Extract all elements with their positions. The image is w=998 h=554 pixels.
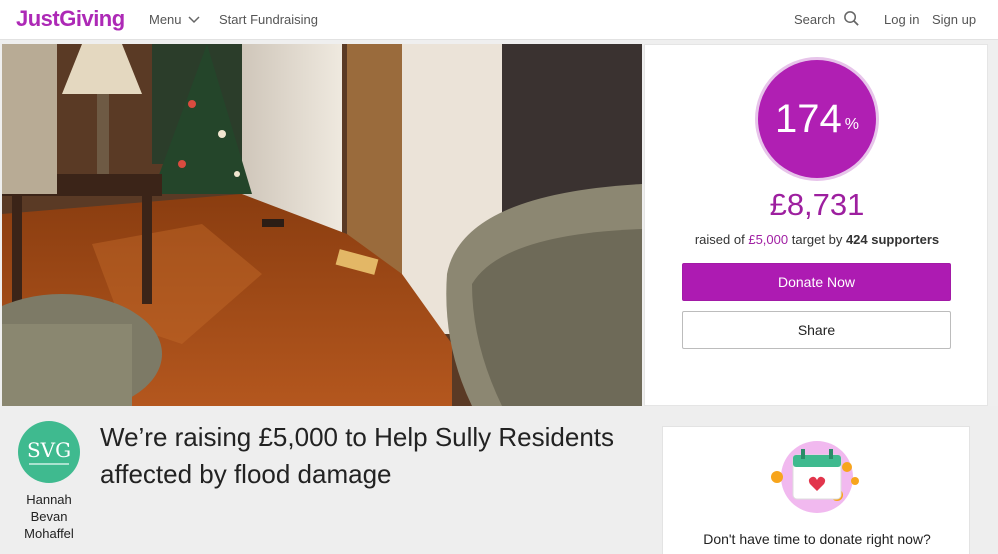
owner-name[interactable]: Hannah Bevan Mohaffel [12, 491, 86, 542]
search-label: Search [794, 12, 836, 27]
percent-sign: % [844, 116, 859, 133]
start-fundraising-link[interactable]: Start Fundraising [219, 12, 318, 27]
page: JustGiving Menu Start Fundraising Search… [0, 0, 998, 554]
fundraiser-details: SVG Hannah Bevan Mohaffel We’re raising … [0, 406, 998, 554]
reminder-text: Don't have time to donate right now? [703, 531, 931, 547]
avatar[interactable]: SVG [18, 421, 80, 483]
menu-button[interactable]: Menu [149, 12, 200, 27]
avatar-underline [29, 462, 69, 465]
fundraiser-hero-image [2, 44, 642, 406]
calendar-heart-icon [771, 441, 859, 513]
raised-prefix: raised of [694, 232, 745, 247]
progress-circle: 174 % [758, 60, 876, 178]
menu-label: Menu [149, 12, 182, 27]
login-link[interactable]: Log in [884, 12, 919, 27]
justgiving-logo[interactable]: JustGiving [16, 6, 125, 32]
target-amount: £5,000 [748, 232, 789, 247]
search-button[interactable]: Search [794, 11, 860, 27]
avatar-text: SVG [26, 437, 72, 462]
target-summary: raised of £5,000 target by 424 supporter… [645, 232, 989, 247]
page-title: We’re raising £5,000 to Help Sully Resid… [100, 422, 615, 489]
reminder-card[interactable]: Don't have time to donate right now? [662, 426, 970, 554]
signup-link[interactable]: Sign up [932, 12, 976, 27]
amount-raised: £8,731 [769, 187, 865, 222]
share-button[interactable]: Share [682, 311, 951, 349]
chevron-down-icon [188, 15, 200, 23]
top-navigation: JustGiving Menu Start Fundraising Search… [0, 0, 998, 40]
target-suffix: target by [791, 232, 843, 247]
supporters-count: 424 supporters [845, 232, 940, 247]
percent-value: 174 [775, 96, 842, 141]
search-icon [844, 11, 859, 26]
donate-now-button[interactable]: Donate Now [682, 263, 951, 301]
donation-panel: 174 % £8,731 raised of £5,000 target by … [644, 44, 988, 406]
